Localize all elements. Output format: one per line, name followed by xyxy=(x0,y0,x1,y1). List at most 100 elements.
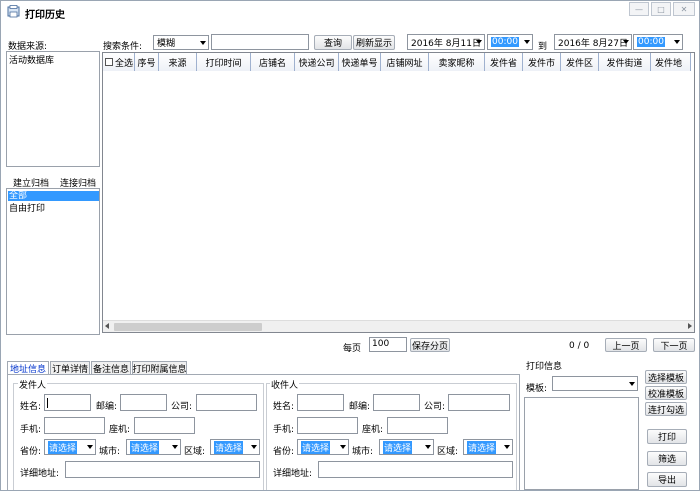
column-header[interactable]: 发件市 xyxy=(523,53,561,71)
tab-order-details[interactable]: 订单详情 xyxy=(50,361,90,375)
sender-address-input[interactable] xyxy=(65,461,260,478)
chevron-down-icon xyxy=(524,40,530,44)
minimize-button[interactable]: — xyxy=(629,2,649,16)
column-header[interactable]: 店铺名 xyxy=(251,53,295,71)
sender-zip-label: 邮编: xyxy=(96,402,118,412)
sender-name-input[interactable] xyxy=(44,394,91,411)
refresh-button[interactable]: 刷新显示 xyxy=(353,35,395,50)
template-preview xyxy=(524,397,639,490)
column-header[interactable]: 发件街道 xyxy=(599,53,651,71)
chevron-down-icon xyxy=(87,445,93,449)
sender-name-label: 姓名: xyxy=(20,402,42,412)
tab-remarks[interactable]: 备注信息 xyxy=(91,361,131,375)
column-header[interactable]: 快递单号 xyxy=(339,53,381,71)
tab-print-extra-info[interactable]: 打印附属信息 xyxy=(132,361,187,375)
sender-company-input[interactable] xyxy=(196,394,257,411)
calibrate-template-button[interactable]: 校准模板 xyxy=(645,386,687,400)
start-time-picker[interactable]: 00:00 xyxy=(487,34,533,50)
receiver-name-input[interactable] xyxy=(297,394,344,411)
sender-address-label: 详细地址: xyxy=(20,469,60,479)
horizontal-scrollbar[interactable] xyxy=(103,320,694,332)
chevron-down-icon xyxy=(623,40,629,44)
list-item-selected[interactable]: 全部 xyxy=(8,191,99,201)
receiver-province-select[interactable]: 请选择 xyxy=(297,439,349,455)
receiver-company-input[interactable] xyxy=(448,394,510,411)
receiver-name-label: 姓名: xyxy=(273,402,295,412)
scroll-left-icon[interactable] xyxy=(105,323,109,329)
search-mode-select[interactable]: 模糊 xyxy=(153,35,209,50)
next-page-button[interactable]: 下一页 xyxy=(653,338,695,352)
sender-title: 发件人 xyxy=(18,378,48,391)
column-header[interactable]: 发件区 xyxy=(561,53,599,71)
chevron-down-icon xyxy=(200,40,206,45)
sender-mobile-input[interactable] xyxy=(44,417,105,434)
end-time-picker[interactable]: 00:00 xyxy=(633,34,683,50)
column-header[interactable]: 快递公司 xyxy=(295,53,339,71)
maximize-button[interactable]: □ xyxy=(651,2,671,16)
print-selected-button[interactable]: 连打勾选 xyxy=(645,402,687,416)
per-page-input[interactable]: 100 xyxy=(369,337,407,352)
column-header[interactable]: 序号 xyxy=(135,53,159,71)
prev-page-button[interactable]: 上一页 xyxy=(605,338,647,352)
checkbox[interactable] xyxy=(105,58,113,66)
print-info-title: 打印信息 xyxy=(526,362,563,372)
sender-district-label: 区域: xyxy=(184,447,206,457)
save-paging-button[interactable]: 保存分页 xyxy=(410,338,450,352)
receiver-city-label: 城市: xyxy=(352,447,374,457)
chevron-down-icon xyxy=(425,445,431,449)
text-cursor xyxy=(47,398,48,408)
chevron-down-icon xyxy=(340,445,346,449)
chevron-down-icon xyxy=(251,445,257,449)
end-date-picker[interactable]: 2016年 8月27日 xyxy=(554,34,632,50)
column-header[interactable]: 发件地 xyxy=(651,53,691,71)
column-header[interactable]: 来源 xyxy=(159,53,197,71)
sender-city-label: 城市: xyxy=(99,447,121,457)
column-header[interactable]: 发件省 xyxy=(485,53,523,71)
column-header[interactable]: 打印时间 xyxy=(197,53,251,71)
template-label: 模板: xyxy=(526,384,548,394)
query-button[interactable]: 查询 xyxy=(314,35,352,50)
receiver-district-select[interactable]: 请选择 xyxy=(463,439,513,455)
close-button[interactable]: ✕ xyxy=(673,2,695,16)
datasource-list[interactable]: 活动数据库 xyxy=(6,51,100,167)
print-history-table[interactable]: 全选 序号 来源 打印时间 店铺名 快递公司 快递单号 店铺网址 卖家昵称 发件… xyxy=(102,52,695,333)
filter-button[interactable]: 筛选 xyxy=(647,451,687,466)
receiver-city-select[interactable]: 请选择 xyxy=(379,439,434,455)
sender-district-select[interactable]: 请选择 xyxy=(210,439,260,455)
search-condition-label: 搜索条件: xyxy=(103,42,143,52)
receiver-phone-input[interactable] xyxy=(387,417,448,434)
column-header-select-all[interactable]: 全选 xyxy=(103,53,135,71)
column-header[interactable]: 店铺网址 xyxy=(381,53,429,71)
sender-company-label: 公司: xyxy=(171,402,193,412)
column-header[interactable]: 卖家昵称 xyxy=(429,53,485,71)
sender-zip-input[interactable] xyxy=(120,394,167,411)
receiver-zip-input[interactable] xyxy=(373,394,420,411)
export-button[interactable]: 导出 xyxy=(647,472,687,487)
receiver-mobile-input[interactable] xyxy=(297,417,358,434)
start-date-picker[interactable]: 2016年 8月11日 xyxy=(407,34,485,50)
template-select[interactable] xyxy=(552,376,638,391)
chevron-down-icon xyxy=(172,445,178,449)
title-bar: 打印历史 — □ ✕ xyxy=(1,1,699,23)
sender-province-select[interactable]: 请选择 xyxy=(44,439,96,455)
list-item[interactable]: 自由打印 xyxy=(9,201,45,214)
receiver-address-input[interactable] xyxy=(318,461,513,478)
print-button[interactable]: 打印 xyxy=(647,429,687,444)
receiver-title: 收件人 xyxy=(270,378,300,391)
select-template-button[interactable]: 选择模板 xyxy=(645,370,687,384)
chevron-down-icon xyxy=(504,445,510,449)
scroll-right-icon[interactable] xyxy=(688,323,692,329)
chevron-down-icon xyxy=(476,40,482,44)
receiver-phone-label: 座机: xyxy=(362,425,384,435)
tab-address-info[interactable]: 地址信息 xyxy=(7,361,49,375)
close-icon: ✕ xyxy=(680,4,688,14)
print-history-window: 打印历史 — □ ✕ 数据来源: 活动数据库 建立归档 连接归档 全部 自由打印… xyxy=(0,0,700,491)
sender-phone-input[interactable] xyxy=(134,417,195,434)
chevron-down-icon xyxy=(674,40,680,44)
app-icon xyxy=(7,5,20,18)
chevron-down-icon xyxy=(629,381,635,386)
search-input[interactable] xyxy=(211,34,309,50)
sender-city-select[interactable]: 请选择 xyxy=(126,439,181,455)
scrollbar-thumb[interactable] xyxy=(114,323,262,331)
list-item[interactable]: 活动数据库 xyxy=(9,53,54,66)
